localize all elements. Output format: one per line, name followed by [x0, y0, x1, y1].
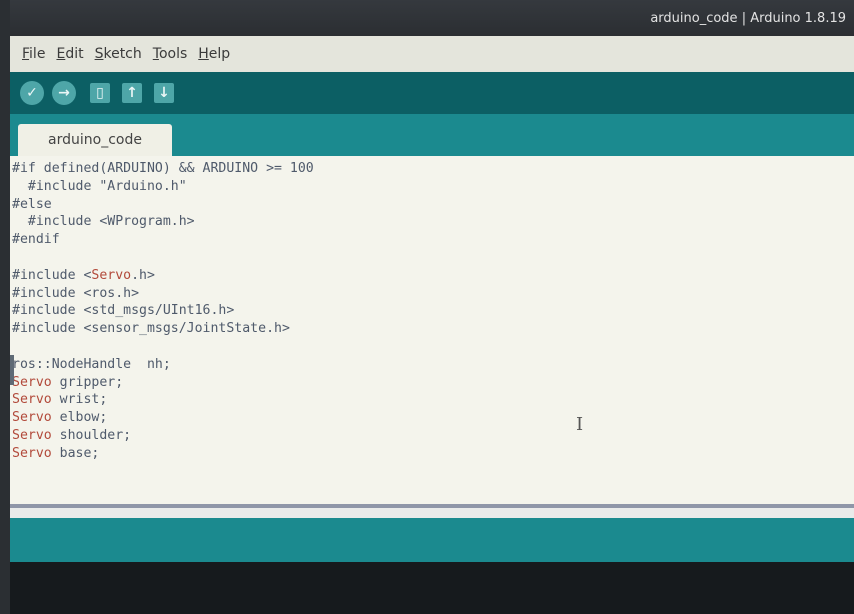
tab-arduino-code[interactable]: arduino_code [18, 124, 172, 156]
upload-button[interactable]: → [52, 81, 76, 105]
code-line: #include <Servo.h> [12, 267, 155, 283]
arrow-right-icon: → [58, 85, 70, 101]
title-bar: arduino_code | Arduino 1.8.19 [10, 0, 854, 36]
status-strip [10, 518, 854, 562]
code-line: #include <ros.h> [12, 285, 140, 301]
keyword-token: Servo [12, 374, 52, 390]
arrow-up-icon: ↑ [126, 85, 138, 101]
console-output [10, 562, 854, 614]
save-button[interactable]: ↓ [154, 83, 174, 103]
code-line: #include <WProgram.h> [12, 214, 195, 230]
tab-label: arduino_code [48, 132, 142, 148]
menu-tools[interactable]: Tools [153, 46, 188, 62]
open-button[interactable]: ↑ [122, 83, 142, 103]
menu-help[interactable]: Help [198, 46, 230, 62]
menu-bar: File Edit Sketch Tools Help [10, 36, 854, 72]
code-line: Servo shoulder; [12, 427, 132, 443]
code-line: #include <std_msgs/UInt16.h> [12, 303, 235, 319]
code-line: #if defined(ARDUINO) && ARDUINO >= 100 [12, 161, 314, 176]
arrow-down-icon: ↓ [158, 85, 170, 101]
new-button[interactable]: ▯ [90, 83, 110, 103]
keyword-token: Servo [91, 267, 132, 283]
code-line: Servo elbow; [12, 410, 108, 426]
text-cursor-icon: I [576, 414, 584, 435]
tab-bar: arduino_code [10, 114, 854, 156]
check-icon: ✓ [26, 85, 38, 101]
code-line: Servo base; [12, 445, 100, 461]
code-line: Servo gripper; [12, 374, 124, 390]
message-area [10, 508, 854, 518]
keyword-token: Servo [12, 445, 52, 461]
new-file-icon: ▯ [96, 85, 104, 101]
window-title: arduino_code | Arduino 1.8.19 [650, 11, 846, 26]
keyword-token: Servo [12, 392, 52, 408]
toolbar: ✓ → ▯ ↑ ↓ [10, 72, 854, 114]
code-text[interactable]: #if defined(ARDUINO) && ARDUINO >= 100 #… [12, 160, 314, 463]
code-line: #include "Arduino.h" [12, 178, 187, 194]
screen: arduino_code | Arduino 1.8.19 File Edit … [10, 0, 854, 614]
keyword-token: Servo [12, 427, 52, 443]
menu-sketch[interactable]: Sketch [95, 46, 142, 62]
verify-button[interactable]: ✓ [20, 81, 44, 105]
code-line: #endif [12, 232, 60, 248]
keyword-token: Servo [12, 410, 52, 426]
code-line: #else [12, 196, 52, 212]
code-line: Servo wrist; [12, 392, 108, 408]
code-editor[interactable]: #if defined(ARDUINO) && ARDUINO >= 100 #… [10, 156, 854, 504]
code-line: ros::NodeHandle nh; [12, 356, 171, 372]
menu-file[interactable]: File [22, 46, 45, 62]
code-line: #include <sensor_msgs/JointState.h> [12, 321, 290, 337]
menu-edit[interactable]: Edit [56, 46, 83, 62]
scroll-handle[interactable] [10, 355, 14, 385]
